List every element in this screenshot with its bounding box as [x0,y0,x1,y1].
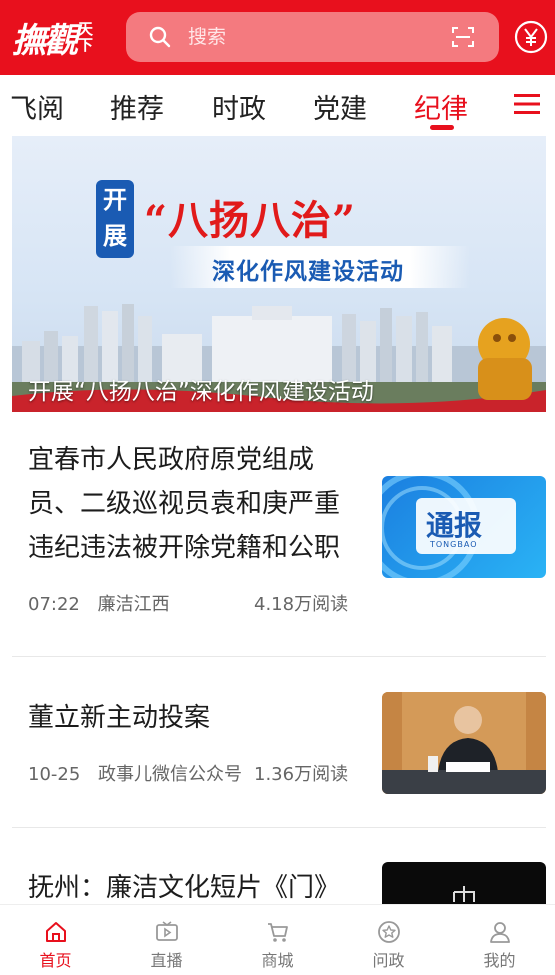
speaker-photo [382,692,546,794]
home-icon [45,922,66,942]
nav-label: 首页 [39,951,72,970]
user-icon [489,922,510,943]
live-icon [155,921,178,941]
article-title: 董立新主动投案 [28,703,211,733]
logo-main-text: 撫觀 [12,20,78,61]
article-reads: 1.36万阅读 [254,764,349,785]
nav-inquiry[interactable]: 问政 [333,905,444,975]
active-tab-indicator [430,125,454,130]
banner-subheadline: 深化作风建设活动 [212,259,404,285]
scan-icon[interactable] [451,25,475,49]
divider [12,656,546,657]
search-input[interactable] [188,12,448,62]
article-time: 10-25 [28,764,81,785]
app-header: 撫觀 天 下 [0,0,555,75]
logo-side-top: 天 [78,20,94,38]
article-item[interactable]: 宜春市人民政府原党组成员、二级巡视员袁和庚严重违纪违法被开除党籍和公职 07:2… [0,438,555,638]
article-thumbnail: 通报 TONGBAO [382,476,546,578]
article-item[interactable]: 董立新主动投案 10-25 政事儿微信公众号 1.36万阅读 [0,692,555,802]
search-bar[interactable] [126,12,499,62]
nav-live[interactable]: 直播 [111,905,222,975]
article-meta: 10-25 政事儿微信公众号 [28,760,254,786]
nav-profile[interactable]: 我的 [444,905,555,975]
article-thumbnail [382,862,546,904]
article-meta: 07:22 廉洁江西 [28,590,182,616]
category-tabs: 飞阅 推荐 时政 党建 纪律 [0,75,555,135]
tab-politics[interactable]: 时政 [212,87,266,126]
door-glyph-art [453,886,475,902]
cart-icon [267,923,288,942]
article-title: 宜春市人民政府原党组成员、二级巡视员袁和庚严重违纪违法被开除党籍和公职 [28,445,341,563]
article-source: 廉洁江西 [97,594,170,615]
article-reads: 4.18万阅读 [254,594,349,615]
search-icon [149,26,171,48]
article-item[interactable]: 抚州：廉洁文化短片《门》 [0,862,555,904]
menu-icon[interactable] [514,93,540,115]
divider [12,827,546,828]
nav-label: 我的 [483,951,516,970]
logo-side-text: 天 下 [78,21,93,53]
nav-label: 直播 [150,951,183,970]
article-time: 07:22 [28,594,80,615]
article-thumbnail [382,692,546,794]
nav-home[interactable]: 首页 [0,905,111,975]
nav-label: 商城 [261,951,294,970]
star-badge-icon [377,921,400,943]
banner-headline: “八扬八治” [144,197,357,244]
banner-caption: 开展“八扬八治”深化作风建设活动 [28,379,374,405]
bottom-navigation: 首页 直播 商城 问政 我的 [0,904,555,975]
tab-recommend[interactable]: 推荐 [110,87,164,126]
article-source: 政事儿微信公众号 [98,764,243,785]
tab-party-building[interactable]: 党建 [313,87,367,126]
tab-discipline[interactable]: 纪律 [414,87,468,126]
app-logo[interactable]: 撫觀 天 下 [12,14,112,61]
featured-banner[interactable]: 开展 “八扬八治” 深化作风建设活动 开展“八扬八治”深化作风建设活动 [12,136,546,412]
thumbnail-title: 通报 [426,509,483,542]
nav-mall[interactable]: 商城 [222,905,333,975]
yuan-icon[interactable] [514,20,548,54]
tab-feiyue[interactable]: 飞阅 [10,87,64,126]
banner-tag: 开展 [96,180,134,258]
nav-label: 问政 [372,951,405,970]
logo-side-bottom: 下 [78,36,94,54]
thumbnail-subtitle: TONGBAO [430,540,478,549]
